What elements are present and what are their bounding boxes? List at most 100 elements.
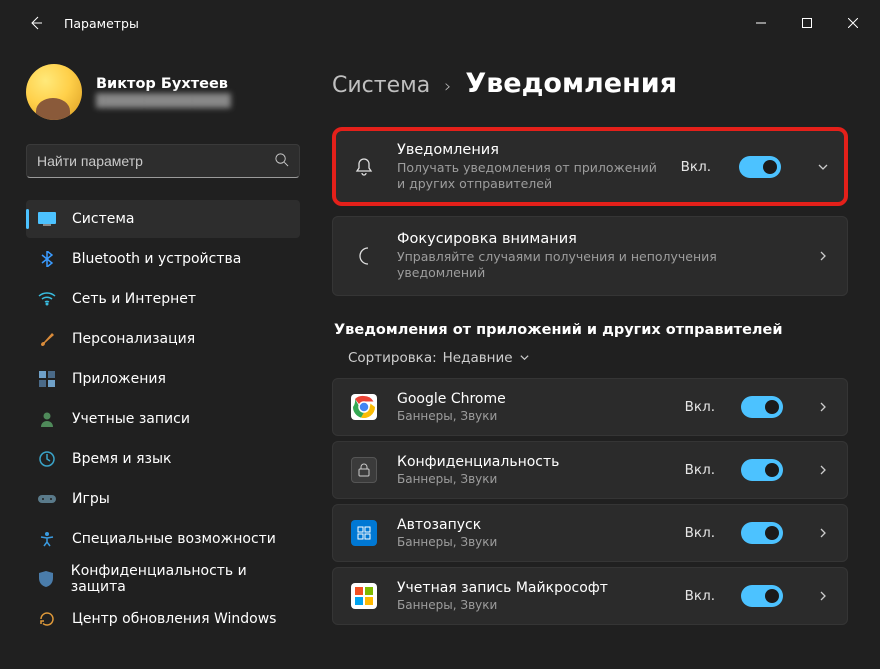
close-button[interactable] [830,6,876,40]
sidebar-item-personalization[interactable]: Персонализация [26,320,300,358]
apps-icon [38,370,56,388]
sort-value: Недавние [443,350,513,366]
minimize-button[interactable] [738,6,784,40]
privacy-icon [351,457,377,483]
minimize-icon [756,18,766,28]
card-text: Фокусировка внимания Управляйте случаями… [397,231,795,280]
app-text: Google Chrome Баннеры, Звуки [397,391,506,423]
profile-block[interactable]: Виктор Бухтеев ██████████████ [26,64,300,120]
sidebar-item-label: Система [72,211,134,227]
card-subtitle: Управляйте случаями получения и неполуче… [397,249,795,280]
toggle-state-label: Вкл. [685,462,715,478]
app-title: Google Chrome [397,391,506,407]
sidebar-item-update[interactable]: Центр обновления Windows [26,600,300,638]
card-title: Фокусировка внимания [397,231,795,247]
app-row-privacy[interactable]: Конфиденциальность Баннеры, Звуки Вкл. [332,441,848,499]
globe-clock-icon [38,450,56,468]
sidebar-item-label: Специальные возможности [72,531,276,547]
chevron-right-icon [817,250,829,262]
main-pane: Система › Уведомления Уведомления Получа… [310,46,880,669]
toggle-state-label: Вкл. [685,399,715,415]
maximize-button[interactable] [784,6,830,40]
chevron-right-icon [817,464,829,476]
sidebar-item-bluetooth[interactable]: Bluetooth и устройства [26,240,300,278]
window-controls [738,6,876,40]
window-title: Параметры [64,16,139,31]
search-box[interactable] [26,144,300,178]
chrome-icon [351,394,377,420]
toggle-state-label: Вкл. [681,159,711,175]
sidebar-item-label: Bluetooth и устройства [72,251,241,267]
wifi-icon [38,290,56,308]
update-icon [38,610,56,628]
sidebar-item-label: Конфиденциальность и защита [71,563,290,595]
app-text: Учетная запись Майкрософт Баннеры, Звуки [397,580,608,612]
sidebar-item-label: Персонализация [72,331,195,347]
sidebar-item-time[interactable]: Время и язык [26,440,300,478]
brush-icon [38,330,56,348]
chevron-down-icon[interactable] [817,161,829,173]
titlebar: Параметры [0,0,880,46]
sidebar-item-apps[interactable]: Приложения [26,360,300,398]
page-title: Уведомления [465,68,677,99]
avatar [26,64,82,120]
card-title: Уведомления [397,142,659,158]
card-focus-assist[interactable]: Фокусировка внимания Управляйте случаями… [332,216,848,295]
app-toggle[interactable] [741,459,783,481]
app-text: Конфиденциальность Баннеры, Звуки [397,454,559,486]
sidebar-item-privacy[interactable]: Конфиденциальность и защита [26,560,300,598]
chevron-right-icon [817,590,829,602]
notifications-toggle[interactable] [739,156,781,178]
app-toggle[interactable] [741,522,783,544]
moon-icon [353,246,375,266]
sort-label: Сортировка: [348,350,437,366]
sidebar-item-label: Время и язык [72,451,171,467]
sidebar-item-gaming[interactable]: Игры [26,480,300,518]
bell-icon [353,157,375,177]
sidebar-item-system[interactable]: Система [26,200,300,238]
search-icon [274,152,289,171]
sidebar-item-label: Приложения [72,371,166,387]
profile-text: Виктор Бухтеев ██████████████ [96,75,231,109]
close-icon [848,18,858,28]
chevron-right-icon [817,527,829,539]
app-subtitle: Баннеры, Звуки [397,409,506,423]
card-notifications[interactable]: Уведомления Получать уведомления от прил… [332,127,848,206]
app-title: Учетная запись Майкрософт [397,580,608,596]
sidebar: Виктор Бухтеев ██████████████ Система [0,46,310,669]
sidebar-item-label: Игры [72,491,110,507]
autoplay-icon [351,520,377,546]
app-subtitle: Баннеры, Звуки [397,598,608,612]
chevron-right-icon [817,401,829,413]
app-row-autoplay[interactable]: Автозапуск Баннеры, Звуки Вкл. [332,504,848,562]
toggle-state-label: Вкл. [685,588,715,604]
person-icon [38,410,56,428]
sidebar-item-label: Центр обновления Windows [72,611,276,627]
microsoft-icon [351,583,377,609]
chevron-right-icon: › [444,76,451,97]
app-row-chrome[interactable]: Google Chrome Баннеры, Звуки Вкл. [332,378,848,436]
sidebar-item-network[interactable]: Сеть и Интернет [26,280,300,318]
sidebar-item-label: Учетные записи [72,411,190,427]
sidebar-item-accounts[interactable]: Учетные записи [26,400,300,438]
breadcrumb: Система › Уведомления [332,68,848,99]
sidebar-nav: Система Bluetooth и устройства Сеть и Ин… [26,200,300,638]
app-toggle[interactable] [741,396,783,418]
app-toggle[interactable] [741,585,783,607]
breadcrumb-parent[interactable]: Система [332,73,430,98]
accessibility-icon [38,530,56,548]
section-title: Уведомления от приложений и других отпра… [334,322,848,338]
back-button[interactable] [20,7,52,39]
shield-icon [38,570,55,588]
sort-dropdown[interactable]: Сортировка: Недавние [332,350,848,378]
sidebar-item-accessibility[interactable]: Специальные возможности [26,520,300,558]
sidebar-item-label: Сеть и Интернет [72,291,196,307]
profile-email: ██████████████ [96,93,231,109]
maximize-icon [802,18,812,28]
arrow-left-icon [28,15,44,31]
app-title: Автозапуск [397,517,497,533]
search-input[interactable] [37,153,274,169]
app-subtitle: Баннеры, Звуки [397,535,497,549]
app-row-ms-account[interactable]: Учетная запись Майкрософт Баннеры, Звуки… [332,567,848,625]
card-subtitle: Получать уведомления от приложений и дру… [397,160,659,191]
